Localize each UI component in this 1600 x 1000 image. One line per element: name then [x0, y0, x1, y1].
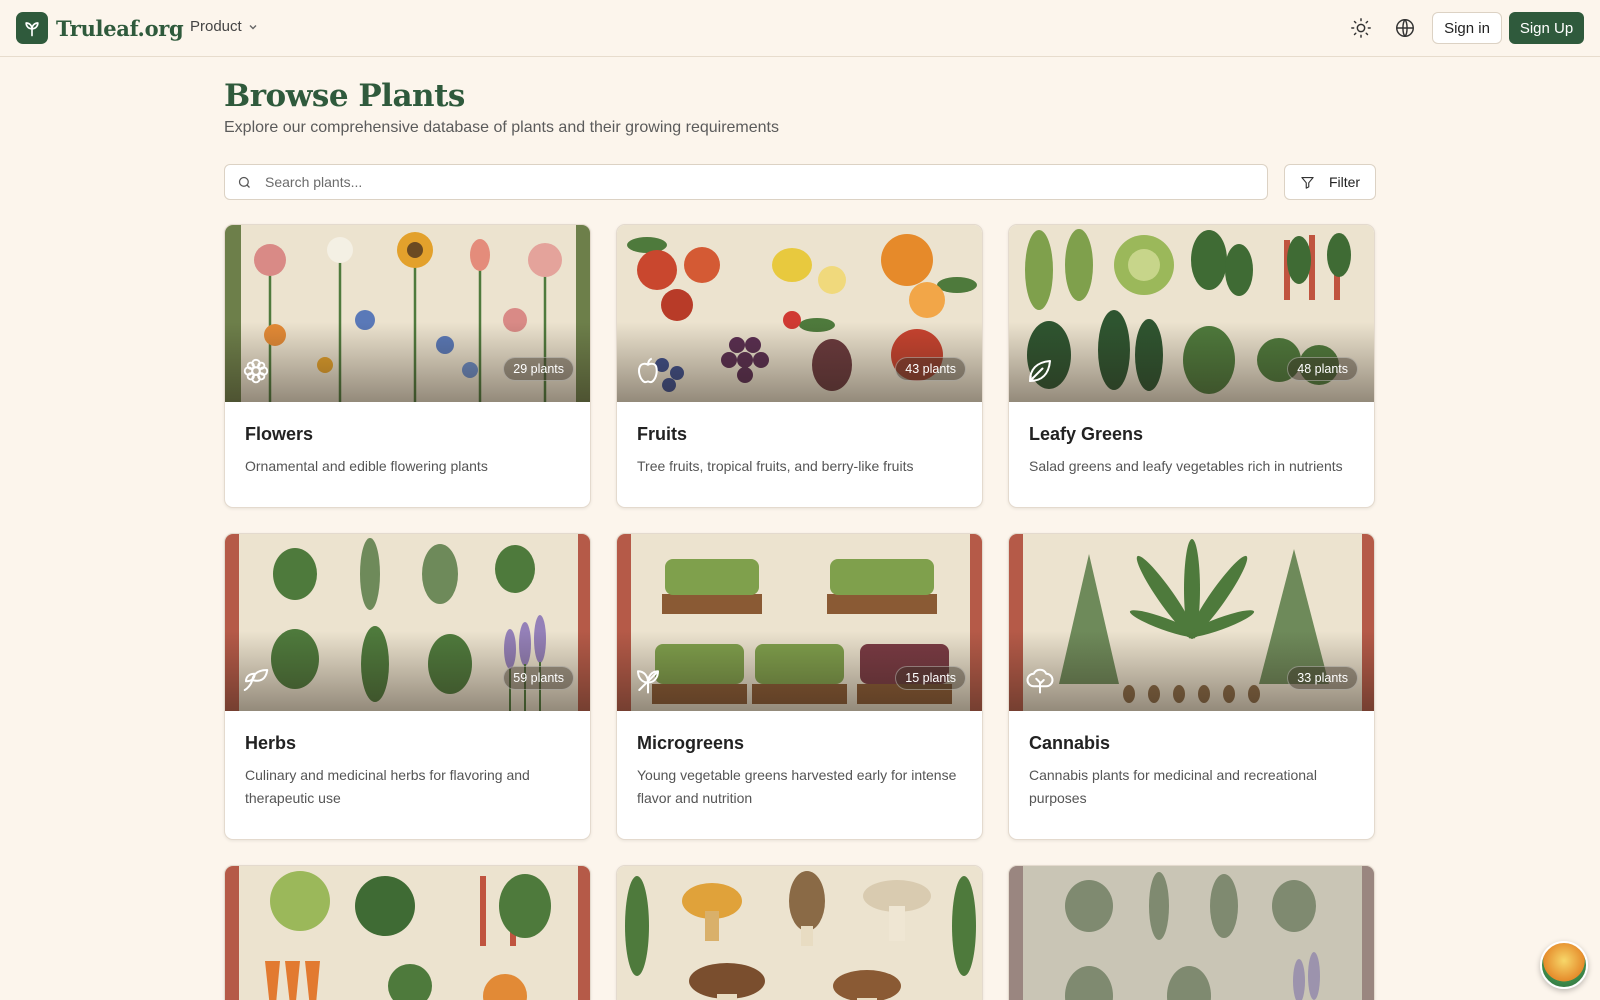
sign-up-button[interactable]: Sign Up [1509, 12, 1584, 44]
search-icon [238, 176, 250, 188]
card-title: Fruits [637, 424, 688, 444]
plant-count-badge: 59 plants [503, 666, 574, 690]
card-description: Young vegetable greens harvested early f… [637, 767, 957, 806]
plant-count-badge: 15 plants [895, 666, 966, 690]
category-card-herbs[interactable]: 59 plants Herbs Culinary and medicinal h… [224, 533, 591, 840]
page-title: Browse Plants [224, 78, 465, 114]
plant-count-badge: 43 plants [895, 357, 966, 381]
filter-icon [1301, 176, 1314, 189]
category-card-fruits[interactable]: 43 plants Fruits Tree fruits, tropical f… [616, 224, 983, 508]
category-card-mushrooms[interactable] [616, 865, 983, 1000]
sign-in-button[interactable]: Sign in [1432, 12, 1502, 44]
card-image: 59 plants [225, 534, 590, 711]
card-image: 15 plants [617, 534, 982, 711]
card-description: Ornamental and edible flowering plants [245, 458, 488, 474]
card-title: Flowers [245, 424, 314, 444]
card-description: Culinary and medicinal herbs for flavori… [245, 767, 530, 806]
brand-name: Truleaf.org [56, 15, 184, 41]
search-input[interactable] [265, 165, 1255, 199]
plant-count-badge: 33 plants [1287, 666, 1358, 690]
assistant-launcher-button[interactable] [1540, 941, 1588, 989]
card-title: Leafy Greens [1029, 424, 1144, 444]
category-card-flowers[interactable]: 29 plants Flowers Ornamental and edible … [224, 224, 591, 508]
card-image: 43 plants [617, 225, 982, 402]
category-card-placeholder[interactable] [1008, 865, 1375, 1000]
card-image [225, 866, 590, 1000]
category-card-leafy-greens[interactable]: 48 plants Leafy Greens Salad greens and … [1008, 224, 1375, 508]
tree-icon [1026, 668, 1054, 694]
card-description: Tree fruits, tropical fruits, and berry-… [637, 458, 914, 474]
card-image [1009, 866, 1374, 1000]
card-title: Microgreens [637, 733, 745, 753]
leaf-logo-icon [16, 12, 48, 44]
product-menu-label: Product [190, 18, 242, 35]
filter-label: Filter [1328, 174, 1361, 190]
card-title: Cannabis [1029, 733, 1111, 753]
sun-icon[interactable] [1350, 17, 1372, 39]
category-card-vegetables[interactable] [224, 865, 591, 1000]
globe-icon[interactable] [1394, 17, 1416, 39]
flower-icon [243, 358, 269, 384]
top-nav: Truleaf.org Product Sign in Sign Up [0, 0, 1600, 57]
sprout-icon [243, 669, 269, 691]
apple-icon [638, 357, 658, 384]
category-card-microgreens[interactable]: 15 plants Microgreens Young vegetable gr… [616, 533, 983, 840]
product-menu[interactable]: Product [190, 18, 259, 35]
plant-count-badge: 29 plants [503, 357, 574, 381]
card-image: 48 plants [1009, 225, 1374, 402]
brand-logo[interactable]: Truleaf.org [16, 12, 184, 44]
card-title: Herbs [245, 733, 297, 753]
card-description: Cannabis plants for medicinal and recrea… [1029, 767, 1317, 806]
card-image: 29 plants [225, 225, 590, 402]
card-image: 33 plants [1009, 534, 1374, 711]
card-description: Salad greens and leafy vegetables rich i… [1029, 458, 1343, 474]
seedling-icon [637, 670, 659, 694]
category-card-cannabis[interactable]: 33 plants Cannabis Cannabis plants for m… [1008, 533, 1375, 840]
chevron-down-icon [249, 24, 257, 29]
filter-button[interactable]: Filter [1284, 164, 1376, 200]
card-image [617, 866, 982, 1000]
leaf-icon [1029, 360, 1051, 382]
plant-count-badge: 48 plants [1287, 357, 1358, 381]
search-box[interactable] [224, 164, 1268, 200]
page-subtitle: Explore our comprehensive database of pl… [224, 119, 779, 136]
